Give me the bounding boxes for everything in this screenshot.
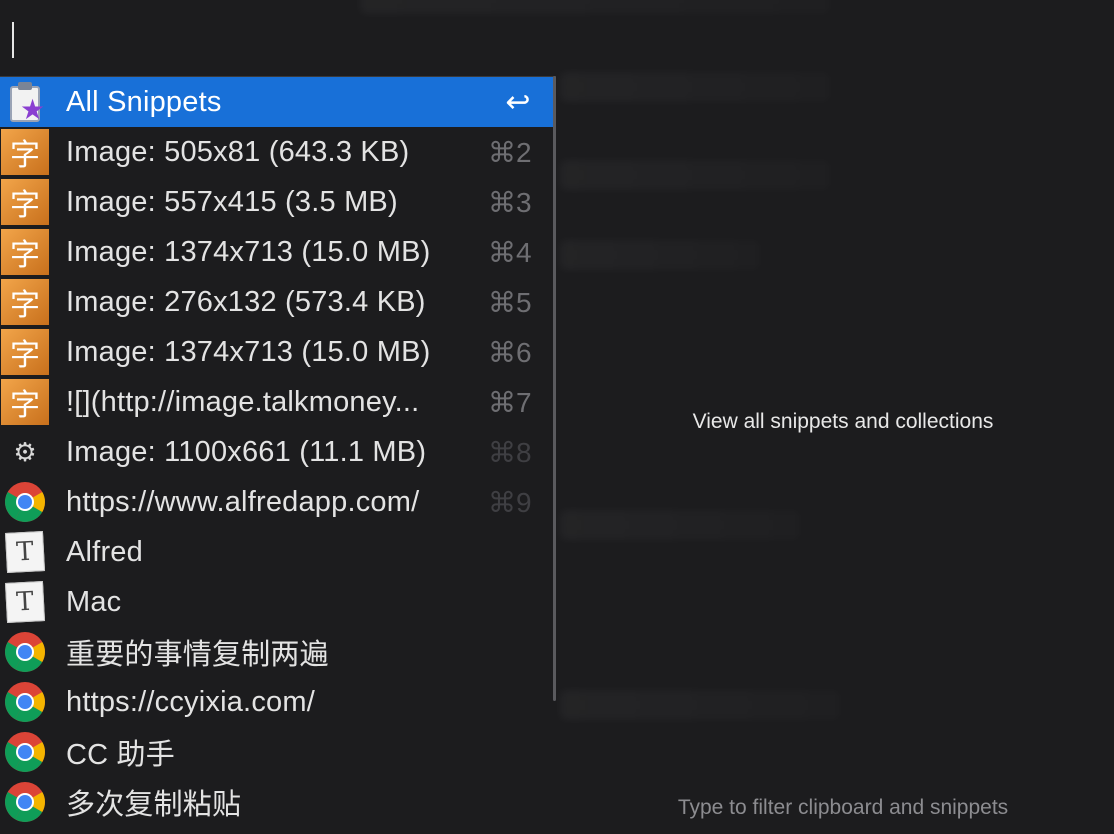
result-row-all-snippets[interactable]: ★ All Snippets ↩ xyxy=(0,77,556,127)
result-row[interactable]: T Mac xyxy=(0,577,556,627)
result-row[interactable]: 多次复制粘贴 xyxy=(0,777,556,827)
result-row[interactable]: https://ccyixia.com/ xyxy=(0,677,556,727)
result-title: Mac xyxy=(66,585,122,618)
result-title: Image: 1100x661 (11.1 MB) xyxy=(66,435,427,468)
result-row[interactable]: 字 Image: 1374x713 (15.0 MB) ⌘4 xyxy=(0,227,556,277)
chrome-icon xyxy=(0,677,50,727)
image-calligraphy-icon: 字 xyxy=(0,177,50,227)
result-title: CC 助手 xyxy=(66,739,175,771)
result-title: ![](http://image.talkmoney... xyxy=(66,385,420,418)
chrome-icon xyxy=(0,727,50,777)
clipboard-star-icon: ★ xyxy=(0,77,50,127)
result-title: 多次复制粘贴 xyxy=(66,789,242,821)
result-title: Image: 557x415 (3.5 MB) xyxy=(66,185,398,218)
background-blur xyxy=(560,240,760,270)
image-calligraphy-icon: 字 xyxy=(0,277,50,327)
image-calligraphy-icon: 字 xyxy=(0,327,50,377)
result-row[interactable]: 字 Image: 1374x713 (15.0 MB) ⌘6 xyxy=(0,327,556,377)
result-title: Image: 505x81 (643.3 KB) xyxy=(66,135,410,168)
text-document-icon: T xyxy=(0,527,50,577)
result-row[interactable]: 重要的事情复制两遍 xyxy=(0,627,556,677)
result-shortcut: ⌘6 xyxy=(488,336,532,368)
result-row[interactable]: 字 Image: 557x415 (3.5 MB) ⌘3 xyxy=(0,177,556,227)
text-document-icon: T xyxy=(0,577,50,627)
result-title: 重要的事情复制两遍 xyxy=(66,639,329,671)
background-blur xyxy=(560,690,840,720)
background-blur xyxy=(560,72,830,102)
result-title: Image: 276x132 (573.4 KB) xyxy=(66,285,426,318)
preview-description: View all snippets and collections xyxy=(692,410,994,433)
clipboard-history-window: ★ All Snippets ↩ 字 Image: 505x81 (643.3 … xyxy=(0,0,1114,834)
result-row[interactable]: ⚙ Image: 1100x661 (11.1 MB) ⌘8 xyxy=(0,427,556,477)
result-shortcut: ⌘5 xyxy=(488,286,532,318)
result-shortcut: ⌘2 xyxy=(488,136,532,168)
result-title: https://ccyixia.com/ xyxy=(66,685,315,718)
result-title: Image: 1374x713 (15.0 MB) xyxy=(66,235,431,268)
result-shortcut: ⌘9 xyxy=(488,486,532,518)
search-input[interactable] xyxy=(0,0,1114,74)
result-row[interactable]: CC 助手 xyxy=(0,727,556,777)
image-calligraphy-icon: 字 xyxy=(0,377,50,427)
result-row[interactable]: 字 ![](http://image.talkmoney... ⌘7 xyxy=(0,377,556,427)
result-title: Alfred xyxy=(66,535,143,568)
result-shortcut: ⌘8 xyxy=(488,436,532,468)
result-shortcut: ⌘3 xyxy=(488,186,532,218)
results-scrollbar[interactable] xyxy=(553,76,556,701)
return-key-icon: ↩ xyxy=(505,85,531,119)
background-blur xyxy=(560,510,800,540)
result-row[interactable]: 字 Image: 276x132 (573.4 KB) ⌘5 xyxy=(0,277,556,327)
filter-hint: Type to filter clipboard and snippets xyxy=(677,796,1009,819)
chrome-icon xyxy=(0,477,50,527)
result-title: All Snippets xyxy=(66,85,222,118)
image-calligraphy-icon: 字 xyxy=(0,227,50,277)
result-title: https://www.alfredapp.com/ xyxy=(66,485,420,518)
result-shortcut: ⌘4 xyxy=(488,236,532,268)
result-row[interactable]: https://www.alfredapp.com/ ⌘9 xyxy=(0,477,556,527)
result-row[interactable]: 字 Image: 505x81 (643.3 KB) ⌘2 xyxy=(0,127,556,177)
result-row[interactable]: T Alfred xyxy=(0,527,556,577)
chrome-icon xyxy=(0,627,50,677)
chrome-icon xyxy=(0,777,50,827)
results-list: ★ All Snippets ↩ 字 Image: 505x81 (643.3 … xyxy=(0,76,556,834)
gear-icon: ⚙ xyxy=(13,436,37,467)
result-title: Image: 1374x713 (15.0 MB) xyxy=(66,335,431,368)
result-shortcut: ⌘7 xyxy=(488,386,532,418)
background-blur xyxy=(560,160,830,190)
image-calligraphy-icon: 字 xyxy=(0,127,50,177)
text-caret xyxy=(12,22,14,58)
